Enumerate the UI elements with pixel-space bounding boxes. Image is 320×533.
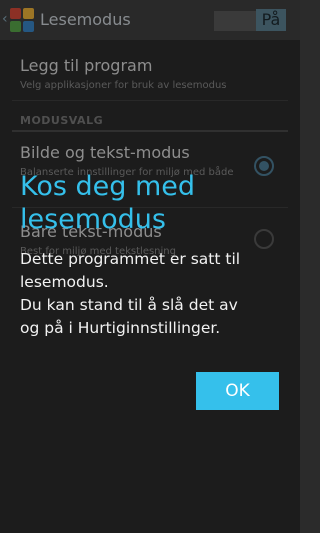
ok-button[interactable]: OK <box>196 372 279 410</box>
dialog-body-line: Du kan stand til å slå det av <box>20 296 238 314</box>
dialog-body-line: og på i Hurtiginnstillinger. <box>20 319 221 337</box>
dialog-body-line: Dette programmet er satt til <box>20 250 241 268</box>
dialog-title: Kos deg med lesemodus <box>20 171 196 235</box>
dialog-body-line: lesemodus. <box>20 273 109 291</box>
dialog-body: Dette programmet er satt til lesemodus. … <box>20 248 290 340</box>
